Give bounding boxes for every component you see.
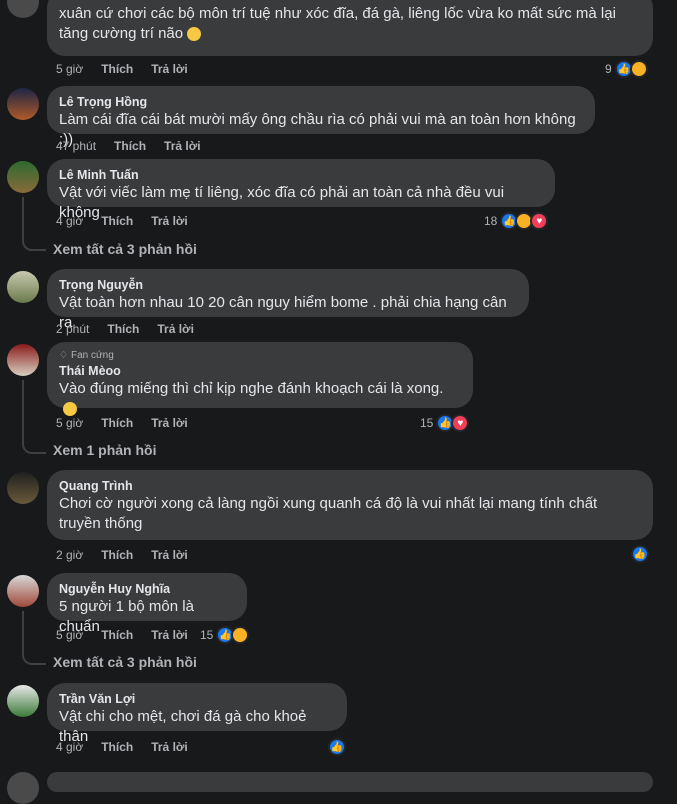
avatar[interactable]: [7, 575, 39, 607]
reply-button[interactable]: Trả lời: [151, 62, 188, 76]
comment-bubble: xuân cứ chơi các bộ môn trí tuệ như xóc …: [47, 0, 653, 56]
reply-button[interactable]: Trả lời: [151, 548, 188, 562]
timestamp[interactable]: 4 giờ: [56, 740, 83, 754]
timestamp[interactable]: 2 phút: [56, 322, 89, 336]
haha-icon: [231, 626, 250, 644]
thread-line: [22, 197, 46, 251]
comment-bubble: Lê Minh Tuấn Vật với viếc làm mẹ tí liên…: [47, 159, 555, 221]
like-button[interactable]: Thích: [107, 322, 139, 336]
reaction-count: 9: [605, 62, 612, 76]
timestamp[interactable]: 5 giờ: [56, 62, 83, 76]
reaction-summary[interactable]: 👍: [325, 738, 346, 756]
comment-bubble: ♢ Fan cứng Thái Mèoo Vào đúng miếng thì …: [47, 342, 473, 417]
reaction-summary[interactable]: 15 👍: [200, 626, 250, 644]
reaction-summary[interactable]: 9 👍: [605, 60, 648, 78]
haha-icon: [629, 60, 648, 78]
thread-line: [22, 611, 46, 665]
comment-bubble: [47, 772, 653, 792]
smile-emoji-icon: [187, 27, 202, 42]
like-button[interactable]: Thích: [101, 214, 133, 228]
reply-button[interactable]: Trả lời: [151, 416, 188, 430]
reaction-count: 15: [200, 628, 214, 642]
comment-meta: 2 giờ Thích Trả lời: [56, 547, 188, 563]
avatar[interactable]: [7, 88, 39, 120]
commenter-name[interactable]: Lê Trọng Hồng: [59, 94, 583, 110]
comment-meta: 2 phút Thích Trả lời: [56, 321, 194, 337]
comment-bubble: Quang Trình Chơi cờ người xong cả làng n…: [47, 470, 653, 540]
timestamp[interactable]: 47 phút: [56, 139, 96, 153]
fan-badge: Fan cứng: [70, 350, 114, 361]
comment-text: xuân cứ chơi các bộ môn trí tuệ như xóc …: [59, 5, 616, 42]
reply-button[interactable]: Trả lời: [151, 214, 188, 228]
view-replies-link[interactable]: Xem tất cả 3 phản hồi: [53, 654, 197, 670]
comment-meta: 5 giờ Thích Trả lời: [56, 61, 188, 77]
love-icon: ♥: [451, 414, 470, 432]
diamond-icon: ♢: [59, 350, 68, 361]
commenter-name[interactable]: Lê Minh Tuấn: [59, 167, 543, 183]
reaction-summary[interactable]: 15 👍 ♥: [420, 414, 470, 432]
like-button[interactable]: Thích: [101, 416, 133, 430]
comment-meta: 4 giờ Thích Trả lời: [56, 739, 188, 755]
love-icon: ♥: [530, 212, 549, 230]
commenter-name[interactable]: Trần Văn Lợi: [59, 691, 335, 707]
commenter-name[interactable]: Thái Mèoo: [59, 363, 461, 379]
comment-text: Chơi cờ người xong cả làng ngồi xung qua…: [59, 495, 598, 532]
like-button[interactable]: Thích: [101, 740, 133, 754]
view-replies-link[interactable]: Xem 1 phản hồi: [53, 442, 156, 458]
avatar[interactable]: [7, 685, 39, 717]
commenter-name[interactable]: Trọng Nguyễn: [59, 277, 517, 293]
comment-text: Vào đúng miếng thì chỉ kịp nghe đánh kho…: [59, 380, 444, 397]
avatar[interactable]: [7, 344, 39, 376]
commenter-name[interactable]: Quang Trình: [59, 478, 641, 494]
comment-bubble: Trần Văn Lợi Vật chi cho mệt, chơi đá gà…: [47, 683, 347, 745]
reply-button[interactable]: Trả lời: [164, 139, 201, 153]
avatar[interactable]: [7, 161, 39, 193]
comment-meta: 4 giờ Thích Trả lời: [56, 213, 188, 229]
comment-bubble: Trọng Nguyễn Vật toàn hơn nhau 10 20 cân…: [47, 269, 529, 331]
comment-bubble: Lê Trọng Hồng Làm cái đĩa cái bát mười m…: [47, 86, 595, 148]
comment-meta: 5 giờ Thích Trả lời: [56, 415, 188, 431]
avatar[interactable]: [7, 772, 39, 804]
like-button[interactable]: Thích: [114, 139, 146, 153]
avatar[interactable]: [7, 472, 39, 504]
comment-meta: 5 giờ Thích Trả lời: [56, 627, 188, 643]
reaction-count: 18: [484, 214, 498, 228]
like-icon: 👍: [328, 738, 346, 756]
reply-button[interactable]: Trả lời: [151, 740, 188, 754]
commenter-name[interactable]: Nguyễn Huy Nghĩa: [59, 581, 235, 597]
timestamp[interactable]: 5 giờ: [56, 416, 83, 430]
thread-line: [22, 380, 46, 454]
reply-button[interactable]: Trả lời: [157, 322, 194, 336]
like-icon: 👍: [631, 545, 649, 563]
reaction-count: 15: [420, 416, 434, 430]
comment-bubble: Nguyễn Huy Nghĩa 5 người 1 bộ môn là chu…: [47, 573, 247, 635]
reaction-summary[interactable]: 👍: [628, 545, 649, 563]
avatar[interactable]: [7, 0, 39, 18]
view-replies-link[interactable]: Xem tất cả 3 phản hồi: [53, 241, 197, 257]
avatar[interactable]: [7, 271, 39, 303]
reaction-summary[interactable]: 18 👍 ♥: [484, 212, 549, 230]
like-button[interactable]: Thích: [101, 628, 133, 642]
reply-button[interactable]: Trả lời: [151, 628, 188, 642]
like-button[interactable]: Thích: [101, 62, 133, 76]
confused-emoji-icon: [63, 402, 77, 417]
like-button[interactable]: Thích: [101, 548, 133, 562]
comment-meta: 47 phút Thích Trả lời: [56, 138, 201, 154]
timestamp[interactable]: 2 giờ: [56, 548, 83, 562]
timestamp[interactable]: 4 giờ: [56, 214, 83, 228]
timestamp[interactable]: 5 giờ: [56, 628, 83, 642]
